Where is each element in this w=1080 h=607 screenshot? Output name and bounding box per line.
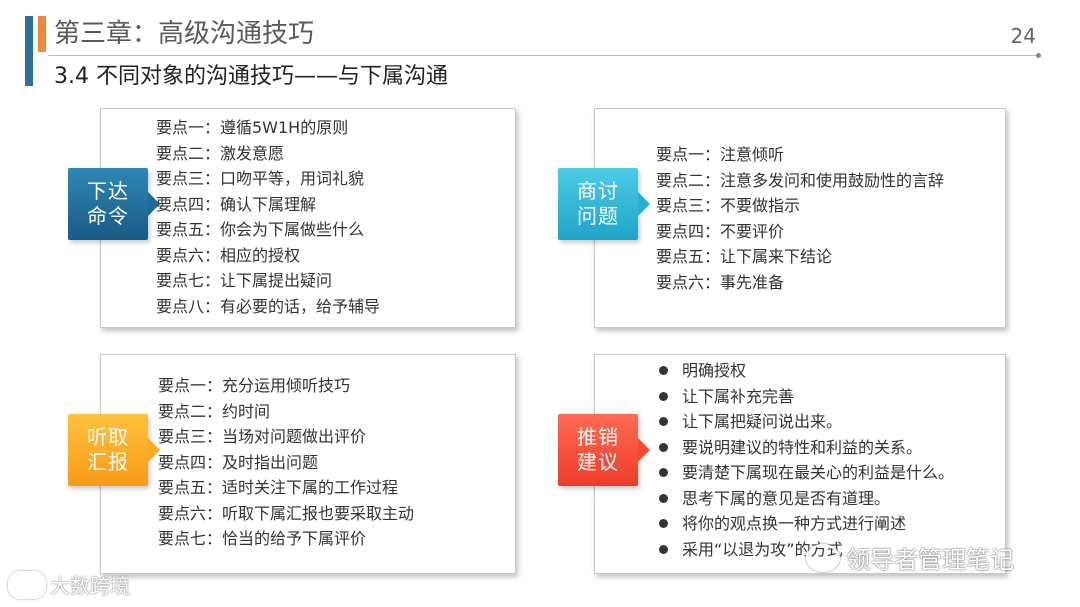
tag-report: 听取 汇报 (68, 414, 160, 486)
chapter-title: 第三章：高级沟通技巧 (54, 19, 315, 49)
list-report: 要点一：充分运用倾听技巧 要点二：约时间 要点三：当场对问题做出评价 要点四：及… (158, 373, 414, 552)
watermark-right: 领导者管理笔记 (806, 540, 1014, 575)
list-item: 让下属把疑问说出来。 (656, 409, 954, 435)
tag-suggest: 推销 建议 (558, 414, 650, 486)
page-number: 24 (1010, 24, 1036, 48)
list-suggest: 明确授权 让下属补充完善 让下属把疑问说出来。 要说明建议的特性和利益的关系。 … (656, 358, 954, 562)
list-item: 要点二：激发意愿 (156, 143, 285, 163)
list-item: 将你的观点换一种方式进行阐述 (656, 511, 954, 537)
header-divider (48, 55, 1038, 56)
section-title: 3.4 不同对象的沟通技巧——与下属沟通 (54, 64, 448, 89)
list-item: 要清楚下属现在最关心的利益是什么。 (656, 460, 954, 486)
list-item: 要点七：恰当的给予下属评价 (158, 529, 367, 548)
list-item: 要说明建议的特性和利益的关系。 (656, 435, 954, 461)
list-item: 让下属补充完善 (656, 384, 954, 410)
list-item: 要点三：口吻平等，用词礼貌 (156, 169, 365, 188)
list-item: 要点三：当场对问题做出评价 (158, 427, 367, 446)
tag-command: 下达 命令 (68, 168, 160, 240)
header-accent-bar-blue (25, 16, 33, 86)
wechat-icon (806, 543, 840, 572)
list-command: 要点一：遵循5W1H的原则 要点二：激发意愿 要点三：口吻平等，用词礼貌 要点四… (156, 115, 380, 319)
list-item: 要点五：你会为下属做些什么 (156, 220, 365, 239)
list-item: 要点六：相应的授权 (156, 245, 301, 265)
list-item: 要点二：约时间 (158, 401, 271, 421)
list-item: 要点二：注意多发问和使用鼓励性的言辞 (656, 170, 945, 190)
list-item: 要点三：不要做指示 (656, 196, 801, 215)
list-item: 要点五：适时关注下属的工作过程 (158, 478, 399, 497)
header-divider-dot (1036, 53, 1041, 58)
list-item: 思考下属的意见是否有道理。 (656, 486, 954, 512)
list-item: 要点四：确认下属理解 (156, 194, 317, 214)
list-item: 要点六：事先准备 (656, 272, 785, 292)
list-item: 要点五：让下属来下结论 (656, 247, 833, 266)
list-item: 要点一：遵循5W1H的原则 (156, 118, 349, 137)
list-item: 要点八：有必要的话，给予辅导 (156, 296, 381, 316)
list-item: 明确授权 (656, 358, 954, 384)
logo-icon (8, 570, 46, 599)
list-item: 要点一：充分运用倾听技巧 (158, 376, 351, 395)
list-item: 要点一：注意倾听 (656, 145, 785, 164)
header-accent-bar-orange (38, 16, 46, 52)
watermark-left-text: 大数跨境 (50, 574, 130, 598)
watermark-left: 大数跨境 (8, 570, 130, 599)
list-item: 要点七：让下属提出疑问 (156, 271, 333, 290)
list-item: 要点四：不要评价 (656, 221, 785, 241)
tag-discuss: 商讨 问题 (558, 168, 650, 240)
list-item: 要点四：及时指出问题 (158, 452, 319, 472)
list-discuss: 要点一：注意倾听 要点二：注意多发问和使用鼓励性的言辞 要点三：不要做指示 要点… (656, 142, 944, 295)
watermark-right-text: 领导者管理笔记 (846, 546, 1014, 574)
list-item: 要点六：听取下属汇报也要采取主动 (158, 503, 415, 523)
